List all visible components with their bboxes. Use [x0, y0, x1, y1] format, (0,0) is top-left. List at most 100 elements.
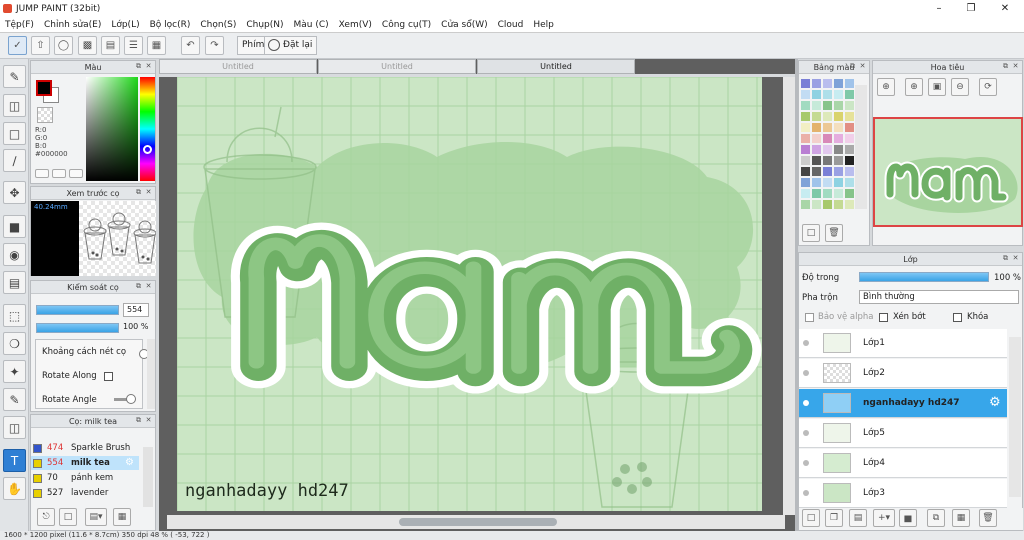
minimize-icon[interactable]: –: [924, 0, 954, 17]
layer-opacity-slider[interactable]: [859, 272, 989, 282]
folder-icon[interactable]: ▅: [899, 509, 917, 527]
palette-swatch[interactable]: [823, 101, 832, 110]
visibility-icon[interactable]: [803, 430, 809, 436]
rect-select-tool-icon[interactable]: □: [3, 122, 26, 145]
palette-swatch[interactable]: [801, 189, 810, 198]
palette-swatch[interactable]: [845, 156, 854, 165]
hand-tool-icon[interactable]: ✋: [3, 477, 26, 500]
restore-icon[interactable]: ❐: [956, 0, 986, 17]
palette-swatch[interactable]: [812, 123, 821, 132]
tab-untitled-3[interactable]: Untitled: [477, 59, 635, 74]
palette-swatch[interactable]: [823, 156, 832, 165]
gradient-tool-icon[interactable]: ▤: [3, 271, 26, 294]
panel-close-icon[interactable]: ✕: [144, 282, 153, 291]
brush-list-scrollbar[interactable]: [143, 447, 153, 507]
palette-swatch[interactable]: [845, 134, 854, 143]
menu-edit[interactable]: Chỉnh sửa(E): [39, 20, 106, 30]
visibility-icon[interactable]: [803, 460, 809, 466]
palette-scrollbar[interactable]: [855, 85, 867, 209]
layer-row[interactable]: Lớp1: [799, 329, 1007, 358]
palette-swatch[interactable]: [834, 90, 843, 99]
layer-row[interactable]: Lớp4: [799, 449, 1007, 478]
fit-screen-icon[interactable]: ▣: [928, 78, 946, 96]
palette-swatch[interactable]: [834, 178, 843, 187]
menu-help[interactable]: Help: [528, 20, 559, 30]
palette-swatch[interactable]: [801, 167, 810, 176]
swap-icon[interactable]: [52, 169, 66, 178]
layer-row[interactable]: Lớp2: [799, 359, 1007, 388]
palette-swatch[interactable]: [812, 134, 821, 143]
palette-swatch[interactable]: [845, 123, 854, 132]
panel-float-icon[interactable]: ⧉: [134, 62, 143, 71]
reset-button[interactable]: Đặt lại: [264, 36, 318, 55]
palette-swatch[interactable]: [812, 156, 821, 165]
lasso-tool-icon[interactable]: ❍: [3, 332, 26, 355]
hue-handle[interactable]: [143, 145, 152, 154]
clip-checkbox[interactable]: [879, 313, 888, 322]
palette-swatch[interactable]: [834, 134, 843, 143]
rotate-along-checkbox[interactable]: [104, 372, 113, 381]
canvas-scroll-thumb[interactable]: [399, 518, 557, 526]
delete-layer-icon[interactable]: 🗑: [979, 509, 997, 527]
palette-swatch[interactable]: [845, 167, 854, 176]
canvas-vertical-scrollbar[interactable]: [783, 77, 795, 515]
brush-item-selected[interactable]: 554 milk tea ⚙: [31, 456, 139, 470]
new-layer-icon[interactable]: □: [802, 509, 820, 527]
eyedropper-icon[interactable]: [35, 169, 49, 178]
select-pen-tool-icon[interactable]: ✎: [3, 388, 26, 411]
redo-icon[interactable]: ↷: [205, 36, 224, 55]
palette-swatch[interactable]: [812, 101, 821, 110]
panel-close-icon[interactable]: ✕: [144, 62, 153, 71]
brush-import-icon[interactable]: ⎋: [37, 508, 55, 526]
check-icon[interactable]: ✓: [8, 36, 27, 55]
visibility-icon[interactable]: [803, 490, 809, 496]
layer-settings-icon[interactable]: ▦: [952, 509, 970, 527]
close-icon[interactable]: ✕: [990, 0, 1020, 17]
eraser-tool-icon[interactable]: ◫: [3, 94, 26, 117]
palette-swatch[interactable]: [812, 145, 821, 154]
primary-color[interactable]: [36, 80, 52, 96]
menu-window[interactable]: Cửa sổ(W): [436, 20, 492, 30]
reset-colors-icon[interactable]: [69, 169, 83, 178]
panel-close-icon[interactable]: ✕: [858, 62, 867, 71]
menu-file[interactable]: Tệp(F): [0, 20, 39, 30]
palette-delete-icon[interactable]: 🗑: [825, 224, 843, 242]
lock-checkbox[interactable]: [953, 313, 962, 322]
menu-filter[interactable]: Bộ lọc(R): [145, 20, 196, 30]
palette-swatch[interactable]: [801, 123, 810, 132]
panel-float-icon[interactable]: ⧉: [134, 188, 143, 197]
panel-close-icon[interactable]: ✕: [1011, 62, 1020, 71]
palette-swatch[interactable]: [845, 178, 854, 187]
palette-swatch[interactable]: [812, 200, 821, 209]
visibility-icon[interactable]: [803, 340, 809, 346]
brush-size-slider[interactable]: [36, 305, 119, 315]
palette-swatch[interactable]: [834, 200, 843, 209]
panel-float-icon[interactable]: ⧉: [134, 282, 143, 291]
palette-swatch[interactable]: [812, 79, 821, 88]
menu-cloud[interactable]: Cloud: [493, 20, 529, 30]
menu-color[interactable]: Màu (C): [289, 20, 334, 30]
palette-swatch[interactable]: [845, 200, 854, 209]
palette-swatch[interactable]: [801, 90, 810, 99]
palette-swatch[interactable]: [845, 90, 854, 99]
tab-untitled-2[interactable]: Untitled: [318, 59, 476, 74]
palette-swatch[interactable]: [834, 156, 843, 165]
palette-swatch[interactable]: [845, 79, 854, 88]
layer-list-scrollbar[interactable]: [1009, 337, 1021, 497]
panel-close-icon[interactable]: ✕: [144, 188, 153, 197]
export-icon[interactable]: ⇧: [31, 36, 50, 55]
palette-swatch[interactable]: [823, 178, 832, 187]
brush-new-icon[interactable]: □: [59, 508, 77, 526]
menu-capture[interactable]: Chụp(N): [241, 20, 288, 30]
layer-row[interactable]: Lớp3: [799, 479, 1007, 508]
magic-wand-tool-icon[interactable]: ✦: [3, 360, 26, 383]
visibility-icon[interactable]: [803, 400, 809, 406]
palette-swatch[interactable]: [812, 112, 821, 121]
move-tool-icon[interactable]: ✥: [3, 181, 26, 204]
list-icon[interactable]: ☰: [124, 36, 143, 55]
palette-swatch[interactable]: [823, 200, 832, 209]
copy-layer-icon[interactable]: ❐: [825, 509, 843, 527]
brush-tool-icon[interactable]: ✎: [3, 65, 26, 88]
navigator-preview[interactable]: [873, 117, 1023, 227]
brush-item[interactable]: 70 pánh kem: [31, 471, 139, 485]
